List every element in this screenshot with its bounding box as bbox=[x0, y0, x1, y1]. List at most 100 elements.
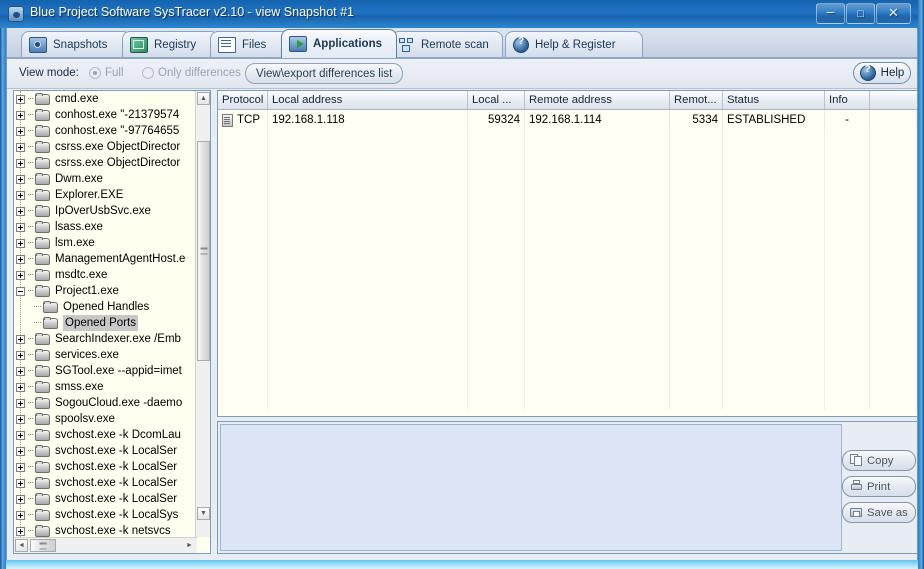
scroll-thumb[interactable] bbox=[197, 141, 210, 361]
tree-item[interactable]: csrss.exe ObjectDirector bbox=[14, 155, 197, 171]
table-empty-row bbox=[218, 130, 917, 150]
table-empty-cell bbox=[825, 170, 870, 190]
grid-body[interactable]: TCP 192.168.1.118 59324 192.168.1.114 5334 ES… bbox=[218, 110, 917, 410]
print-button[interactable]: Print bbox=[842, 476, 916, 497]
minimize-button[interactable]: – bbox=[816, 3, 845, 24]
save-as-button[interactable]: Save as bbox=[842, 502, 916, 523]
grid-column-header[interactable]: Local ... bbox=[468, 91, 525, 109]
expand-icon[interactable] bbox=[16, 430, 25, 440]
expand-icon[interactable] bbox=[16, 94, 25, 104]
process-tree-panel[interactable]: cmd.exe conhost.exe "-21379574 conhost.exe… bbox=[13, 90, 211, 554]
expand-icon[interactable] bbox=[16, 190, 25, 200]
grid-column-header[interactable]: Info bbox=[825, 91, 870, 109]
tree-item[interactable]: SGTool.exe --appid=imet bbox=[14, 363, 197, 379]
expand-icon[interactable] bbox=[16, 462, 25, 472]
tree-item[interactable]: Project1.exe bbox=[14, 283, 197, 299]
radio-full[interactable]: Full bbox=[89, 67, 124, 79]
tree-horizontal-scrollbar[interactable]: ◄ ► bbox=[14, 537, 197, 553]
tree-item[interactable]: smss.exe bbox=[14, 379, 197, 395]
tab-registry[interactable]: Registry bbox=[122, 31, 219, 58]
scroll-down-button[interactable]: ▼ bbox=[197, 507, 210, 520]
tree-vertical-scrollbar[interactable]: ▲ ▼ bbox=[195, 91, 210, 537]
grid-column-header[interactable]: Remote address bbox=[525, 91, 670, 109]
tree-item[interactable]: svchost.exe -k LocalSer bbox=[14, 443, 197, 459]
expand-icon[interactable] bbox=[16, 526, 25, 536]
tab-help-register[interactable]: Help & Register bbox=[505, 31, 643, 58]
tree-item[interactable]: spoolsv.exe bbox=[14, 411, 197, 427]
process-tree[interactable]: cmd.exe conhost.exe "-21379574 conhost.exe… bbox=[14, 91, 197, 537]
folder-icon bbox=[35, 108, 51, 122]
scroll-up-button[interactable]: ▲ bbox=[197, 92, 210, 105]
tree-item[interactable]: SogouCloud.exe -daemo bbox=[14, 395, 197, 411]
grid-column-header[interactable] bbox=[870, 91, 917, 109]
expand-icon[interactable] bbox=[16, 366, 25, 376]
expand-icon[interactable] bbox=[16, 350, 25, 360]
tab-remote-scan[interactable]: Remote scan bbox=[391, 31, 503, 58]
scroll-right-button[interactable]: ► bbox=[183, 539, 196, 552]
tree-item[interactable]: conhost.exe "-97764655 bbox=[14, 123, 197, 139]
expand-icon[interactable] bbox=[16, 334, 25, 344]
tree-item[interactable]: IpOverUsbSvc.exe bbox=[14, 203, 197, 219]
table-empty-cell bbox=[218, 370, 268, 390]
scroll-left-button[interactable]: ◄ bbox=[15, 539, 28, 552]
tree-item[interactable]: conhost.exe "-21379574 bbox=[14, 107, 197, 123]
expand-icon[interactable] bbox=[16, 110, 25, 120]
tree-item[interactable]: SearchIndexer.exe /Emb bbox=[14, 331, 197, 347]
view-export-differences-button[interactable]: View\export differences list bbox=[245, 63, 404, 84]
table-row[interactable]: TCP 192.168.1.118 59324 192.168.1.114 5334 ES… bbox=[218, 110, 917, 130]
maximize-button[interactable]: □ bbox=[846, 3, 875, 24]
tab-applications[interactable]: Applications bbox=[281, 29, 397, 58]
tree-item[interactable]: Opened Ports bbox=[14, 315, 197, 331]
tree-item[interactable]: ManagementAgentHost.e bbox=[14, 251, 197, 267]
radio-only-differences[interactable]: Only differences bbox=[142, 67, 241, 79]
tree-item[interactable]: lsm.exe bbox=[14, 235, 197, 251]
copy-button[interactable]: Copy bbox=[842, 450, 916, 471]
grid-column-header[interactable]: Status bbox=[723, 91, 825, 109]
grid-column-header[interactable]: Remot... bbox=[670, 91, 723, 109]
tab-snapshots[interactable]: Snapshots bbox=[21, 31, 131, 58]
ports-grid-panel[interactable]: Protocol Local address Local ... Remote add… bbox=[217, 90, 917, 417]
expand-icon[interactable] bbox=[16, 126, 25, 136]
scroll-thumb-horizontal[interactable] bbox=[30, 539, 56, 552]
tree-item[interactable]: lsass.exe bbox=[14, 219, 197, 235]
expand-icon[interactable] bbox=[16, 478, 25, 488]
tab-files[interactable]: Files bbox=[210, 31, 290, 58]
detail-text-area[interactable] bbox=[220, 424, 842, 551]
tree-item[interactable]: cmd.exe bbox=[14, 91, 197, 107]
tree-item[interactable]: services.exe bbox=[14, 347, 197, 363]
expand-icon[interactable] bbox=[16, 222, 25, 232]
expand-icon[interactable] bbox=[16, 206, 25, 216]
tree-item[interactable]: svchost.exe -k DcomLau bbox=[14, 427, 197, 443]
radio-dot-icon bbox=[142, 67, 154, 79]
expand-icon[interactable] bbox=[16, 270, 25, 280]
tree-item[interactable]: svchost.exe -k netsvcs bbox=[14, 523, 197, 537]
tree-item[interactable]: Dwm.exe bbox=[14, 171, 197, 187]
tree-item[interactable]: Opened Handles bbox=[14, 299, 197, 315]
collapse-icon[interactable] bbox=[16, 286, 25, 296]
tree-item[interactable]: svchost.exe -k LocalSer bbox=[14, 475, 197, 491]
expand-icon[interactable] bbox=[16, 174, 25, 184]
tree-item[interactable]: csrss.exe ObjectDirector bbox=[14, 139, 197, 155]
help-button[interactable]: Help bbox=[853, 62, 911, 84]
expand-icon[interactable] bbox=[16, 398, 25, 408]
tree-connector-dash bbox=[28, 466, 33, 468]
grid-column-header[interactable]: Local address bbox=[268, 91, 468, 109]
expand-icon[interactable] bbox=[16, 510, 25, 520]
tree-connector-dash bbox=[34, 322, 41, 324]
tree-item[interactable]: msdtc.exe bbox=[14, 267, 197, 283]
folder-icon bbox=[35, 412, 51, 426]
expand-icon[interactable] bbox=[16, 238, 25, 248]
expand-icon[interactable] bbox=[16, 494, 25, 504]
expand-icon[interactable] bbox=[16, 142, 25, 152]
tree-item[interactable]: svchost.exe -k LocalSer bbox=[14, 459, 197, 475]
expand-icon[interactable] bbox=[16, 158, 25, 168]
tree-item[interactable]: svchost.exe -k LocalSys bbox=[14, 507, 197, 523]
expand-icon[interactable] bbox=[16, 382, 25, 392]
tree-item[interactable]: svchost.exe -k LocalSer bbox=[14, 491, 197, 507]
tree-item[interactable]: Explorer.EXE bbox=[14, 187, 197, 203]
grid-column-header[interactable]: Protocol bbox=[218, 91, 268, 109]
expand-icon[interactable] bbox=[16, 254, 25, 264]
close-button[interactable]: ✕ bbox=[876, 3, 911, 24]
expand-icon[interactable] bbox=[16, 446, 25, 456]
expand-icon[interactable] bbox=[16, 414, 25, 424]
